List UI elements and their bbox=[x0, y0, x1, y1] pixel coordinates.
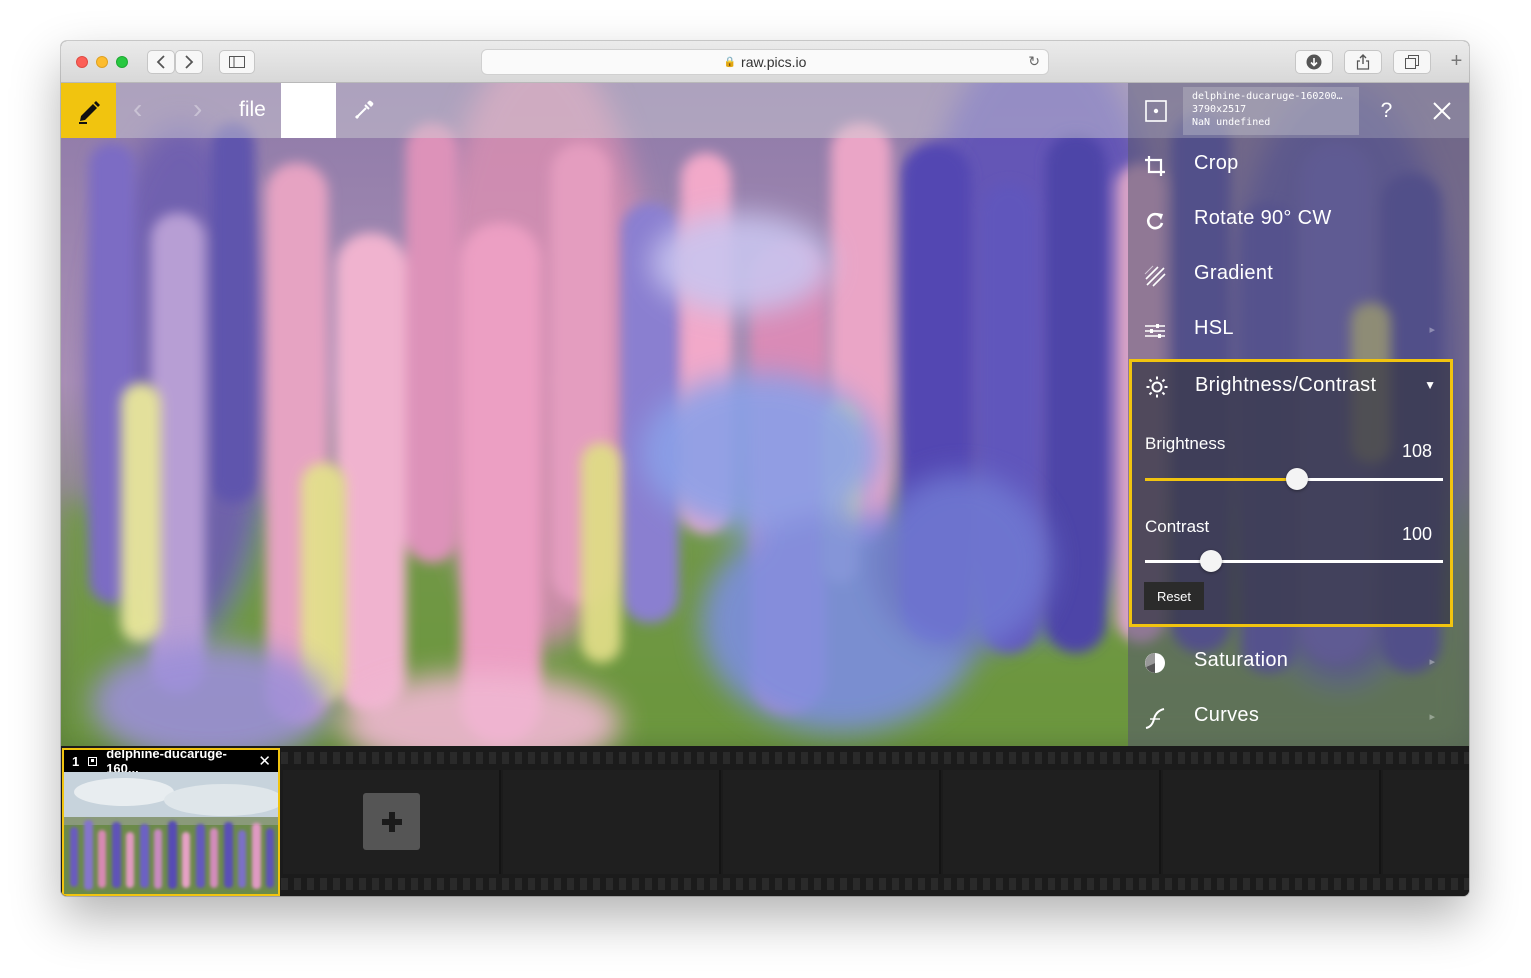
thumbnail-index: 1 bbox=[72, 753, 80, 769]
browser-toolbar: 🔒 raw.pics.io ↻ + bbox=[61, 41, 1469, 83]
file-menu[interactable]: file bbox=[239, 98, 266, 122]
redo-arrow-icon[interactable]: › bbox=[193, 93, 202, 125]
focus-frame-icon bbox=[1144, 99, 1167, 122]
contrast-slider[interactable] bbox=[1145, 550, 1443, 572]
address-bar[interactable]: 🔒 raw.pics.io ↻ bbox=[481, 49, 1049, 75]
lock-icon: 🔒 bbox=[723, 56, 737, 68]
tool-hsl-label: HSL bbox=[1194, 317, 1234, 339]
close-panel-button[interactable] bbox=[1414, 83, 1469, 138]
film-slot bbox=[1383, 770, 1469, 874]
close-icon bbox=[1432, 101, 1451, 120]
curves-icon bbox=[1145, 708, 1165, 729]
chevron-right-icon bbox=[185, 55, 194, 69]
tabs-overview-button[interactable] bbox=[1393, 50, 1431, 74]
film-perforation-top bbox=[281, 752, 1469, 764]
fit-view-button[interactable] bbox=[1128, 83, 1183, 138]
saturation-icon bbox=[1145, 653, 1165, 673]
sidebar-toggle-button[interactable] bbox=[219, 50, 255, 74]
close-window-button[interactable] bbox=[76, 56, 88, 68]
help-button[interactable]: ? bbox=[1359, 83, 1414, 138]
brightness-label: Brightness bbox=[1145, 434, 1226, 453]
sun-icon bbox=[1146, 376, 1168, 398]
contrast-slider-handle[interactable] bbox=[1199, 550, 1222, 572]
image-filename: delphine-ducaruge-160200… bbox=[1192, 91, 1343, 102]
tabs-icon bbox=[1405, 55, 1419, 69]
tool-rotate-label: Rotate 90° CW bbox=[1194, 207, 1332, 229]
collapse-triangle-icon[interactable]: ▼ bbox=[1424, 378, 1436, 392]
tool-gradient[interactable]: Gradient bbox=[1128, 248, 1469, 303]
share-button[interactable] bbox=[1344, 50, 1382, 74]
rotate-cw-icon bbox=[1147, 212, 1164, 230]
brightness-slider[interactable] bbox=[1145, 468, 1443, 490]
film-perforation-bottom bbox=[281, 878, 1469, 890]
brightness-value[interactable]: 108 bbox=[1382, 441, 1432, 462]
film-slot bbox=[1163, 770, 1381, 874]
plus-icon bbox=[381, 811, 402, 832]
editor-area: ‹ › file delphine-ducaruge-160200… 3790x… bbox=[61, 83, 1469, 746]
chevron-left-icon bbox=[156, 55, 165, 69]
edit-mode-button[interactable] bbox=[61, 83, 116, 138]
image-info: delphine-ducaruge-160200… 3790x2517 NaN … bbox=[1183, 87, 1359, 135]
brightness-slider-fill bbox=[1145, 478, 1297, 481]
tool-hsl[interactable]: HSL ▸ bbox=[1128, 303, 1469, 358]
chevron-right-icon: ▸ bbox=[1429, 324, 1435, 336]
crop-icon bbox=[1145, 156, 1165, 176]
brightness-contrast-section: Brightness/Contrast ▼ Brightness 108 Con… bbox=[1129, 359, 1453, 627]
contrast-label: Contrast bbox=[1145, 517, 1210, 536]
minimize-window-button[interactable] bbox=[96, 56, 108, 68]
tool-crop[interactable]: Crop bbox=[1128, 138, 1469, 193]
adjustments-panel: delphine-ducaruge-160200… 3790x2517 NaN … bbox=[1128, 83, 1469, 746]
filmstrip: 1 delphine-ducaruge-160... ✕ bbox=[61, 746, 1469, 896]
browser-back-button[interactable] bbox=[147, 50, 175, 74]
tool-saturation[interactable]: Saturation ▸ bbox=[1128, 635, 1469, 690]
film-slot bbox=[943, 770, 1161, 874]
brightness-slider-handle[interactable] bbox=[1285, 468, 1308, 490]
url-text: raw.pics.io bbox=[741, 54, 807, 70]
image-thumbnail[interactable]: 1 delphine-ducaruge-160... ✕ bbox=[62, 748, 280, 896]
gradient-icon bbox=[1144, 265, 1166, 287]
film-slot bbox=[723, 770, 941, 874]
tool-rotate[interactable]: Rotate 90° CW bbox=[1128, 193, 1469, 248]
white-balance-swatch[interactable] bbox=[281, 83, 336, 138]
close-thumbnail-icon[interactable]: ✕ bbox=[258, 752, 271, 770]
tool-gradient-label: Gradient bbox=[1194, 262, 1274, 284]
tool-curves[interactable]: Curves ▸ bbox=[1128, 690, 1469, 745]
new-tab-icon[interactable]: + bbox=[1444, 50, 1469, 83]
select-checkbox-icon[interactable] bbox=[88, 756, 98, 766]
sidebar-icon bbox=[229, 56, 245, 68]
panel-header: delphine-ducaruge-160200… 3790x2517 NaN … bbox=[1128, 83, 1469, 138]
browser-forward-button[interactable] bbox=[175, 50, 203, 74]
chevron-right-icon: ▸ bbox=[1429, 711, 1435, 723]
browser-window: 🔒 raw.pics.io ↻ + ‹ › file delphine-duca… bbox=[61, 41, 1469, 896]
add-image-button[interactable] bbox=[363, 793, 420, 850]
help-icon: ? bbox=[1380, 98, 1393, 122]
thumbnail-image bbox=[64, 772, 278, 894]
hsl-icon bbox=[1145, 324, 1165, 338]
editor-toolbar: ‹ › file bbox=[61, 83, 1128, 138]
download-icon bbox=[1306, 54, 1322, 70]
contrast-value[interactable]: 100 bbox=[1382, 524, 1432, 545]
thumbnail-title-bar: 1 delphine-ducaruge-160... ✕ bbox=[64, 750, 278, 776]
pencil-icon bbox=[78, 100, 100, 124]
tool-curves-label: Curves bbox=[1194, 704, 1260, 726]
tool-brightness-contrast-label[interactable]: Brightness/Contrast bbox=[1195, 374, 1376, 397]
image-dimensions: 3790x2517 bbox=[1192, 104, 1247, 115]
undo-arrow-icon[interactable]: ‹ bbox=[133, 93, 142, 125]
film-slot bbox=[503, 770, 721, 874]
tool-saturation-label: Saturation bbox=[1194, 649, 1289, 671]
image-extra: NaN undefined bbox=[1192, 117, 1271, 128]
reset-button[interactable]: Reset bbox=[1144, 582, 1204, 610]
eyedropper-icon[interactable] bbox=[353, 99, 375, 121]
downloads-button[interactable] bbox=[1295, 50, 1333, 74]
tool-crop-label: Crop bbox=[1194, 152, 1239, 174]
share-icon bbox=[1356, 54, 1370, 70]
chevron-right-icon: ▸ bbox=[1429, 656, 1435, 668]
zoom-window-button[interactable] bbox=[116, 56, 128, 68]
reload-icon[interactable]: ↻ bbox=[1028, 53, 1040, 70]
